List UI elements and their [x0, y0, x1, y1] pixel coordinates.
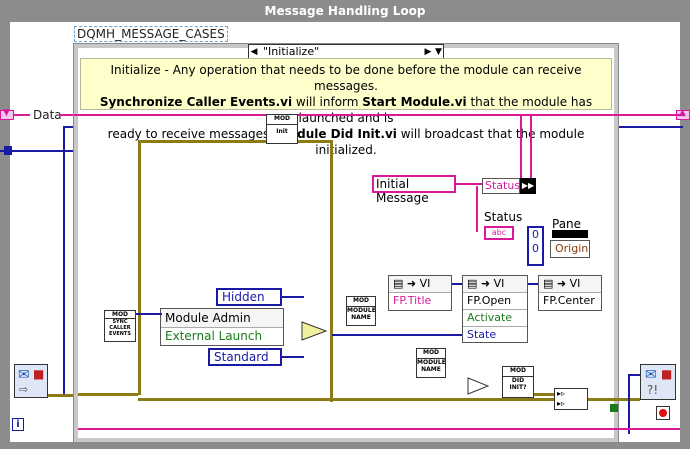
cluster-wire-mid-top: [298, 140, 332, 143]
ref-wire-right-h: [628, 374, 640, 376]
iteration-terminal: i: [12, 418, 24, 431]
comment-line-1: Initialize - Any operation that needs to…: [110, 63, 582, 93]
status-bundle[interactable]: Status: [482, 178, 520, 194]
pane-ref-icon: [552, 230, 588, 238]
module-admin-node[interactable]: Module Admin External Launch: [160, 308, 284, 346]
fp-open-node[interactable]: ▤ ➜ VI FP.Open Activate State: [462, 275, 528, 343]
cluster-wire-vertical: [138, 140, 141, 395]
loop-title: Message Handling Loop: [0, 0, 690, 22]
stop-icon: [659, 409, 667, 417]
module-name-subvi-2[interactable]: MOD MODULE NAME: [416, 348, 446, 378]
status-indicator[interactable]: abc: [484, 226, 514, 240]
bottom-message-wire: [78, 428, 680, 434]
trash-icon: ■: [33, 367, 45, 381]
hidden-wire: [282, 296, 304, 298]
message-wire: [456, 183, 482, 185]
event-terminal: [4, 146, 12, 155]
vi-ref-wire-1: [452, 283, 462, 285]
shift-register-left[interactable]: ▼: [0, 108, 14, 120]
fp-title-row: FP.Title: [389, 292, 451, 309]
data-branch-a: [520, 114, 522, 178]
case-comment: Initialize - Any operation that needs to…: [80, 58, 612, 157]
ref-wire-right: [628, 374, 630, 434]
vi-ref-icon: ▤ ➜: [393, 277, 420, 290]
arrow-icon: ⇨: [19, 383, 29, 396]
sync-caller-events-subvi[interactable]: MOD SYNC CALLER EVENTS: [104, 310, 136, 342]
init-subvi[interactable]: MOD Init: [266, 114, 298, 144]
state-wire: [332, 334, 462, 336]
state-row: State: [463, 326, 527, 343]
trash-icon: ■: [661, 367, 673, 381]
origin-property[interactable]: Origin: [550, 240, 590, 258]
didinit-wire: [534, 393, 554, 396]
fp-center-node[interactable]: ▤ ➜ VI FP.Center: [538, 275, 602, 311]
module-admin-header: Module Admin: [161, 309, 283, 327]
data-wire-in: [14, 114, 30, 116]
envelope-icon: ✉: [18, 367, 30, 383]
dequeue-message-subvi[interactable]: ✉ ■ ⇨: [14, 364, 48, 398]
activate-row: Activate: [463, 309, 527, 326]
select-function-icon[interactable]: [300, 320, 328, 342]
status-indicator-label: Status: [484, 210, 523, 224]
error-handler-subvi[interactable]: ✉ ■ ?!: [640, 364, 676, 400]
external-launch-row: External Launch: [161, 327, 283, 344]
loop-left-border: [0, 22, 10, 449]
data-branch-b: [530, 114, 532, 178]
module-did-init-subvi[interactable]: MOD DID INIT?: [502, 366, 534, 398]
envelope-icon: ✉: [645, 367, 657, 383]
vi-ref-wire-2: [528, 283, 538, 285]
data-label: Data: [33, 108, 62, 122]
cluster-wire-mid: [330, 140, 333, 402]
shift-down-icon: ▼: [3, 108, 10, 118]
origin-constant[interactable]: 0 0: [527, 226, 544, 266]
vi-ref-icon: ▤ ➜: [467, 277, 494, 290]
stop-terminal[interactable]: [656, 406, 670, 420]
hidden-enum[interactable]: Hidden: [216, 288, 282, 306]
module-name-subvi-1[interactable]: MOD MODULE NAME: [346, 296, 376, 326]
bundle-by-name-node[interactable]: ▸▹ ▸▹: [554, 388, 588, 410]
bundle-node-icon[interactable]: ▶▶: [520, 178, 536, 194]
case-selector-value: "Initialize": [263, 45, 320, 58]
vi-ref-icon: ▤ ➜: [543, 277, 570, 290]
error-tunnel: [610, 404, 618, 412]
standard-enum[interactable]: Standard: [208, 348, 282, 366]
case-structure-label: DQMH_MESSAGE_CASES: [74, 26, 228, 42]
status-wire-down: [476, 186, 478, 232]
standard-wire: [282, 356, 304, 358]
loop-bottom-border: [0, 442, 690, 449]
cluster-wire-bottom-left: [78, 393, 138, 396]
shift-up-icon: ▲: [679, 108, 686, 118]
ref-wire: [63, 126, 65, 396]
loop-right-border: [680, 22, 690, 449]
initial-message-constant[interactable]: Initial Message: [372, 175, 456, 205]
fp-title-node[interactable]: ▤ ➜ VI FP.Title: [388, 275, 452, 311]
question-icon: ?!: [647, 383, 659, 397]
cluster-wire-top: [138, 140, 268, 143]
case-data-wire: [74, 114, 620, 116]
sync-wire: [136, 313, 162, 315]
cluster-wire-bottom-mid: [330, 398, 580, 401]
fp-open-row: FP.Open: [463, 292, 527, 309]
cluster-wire-out: [588, 398, 640, 401]
fp-center-row: FP.Center: [539, 292, 601, 309]
not-function-icon[interactable]: [466, 376, 490, 396]
pane-label: Pane: [552, 217, 582, 231]
